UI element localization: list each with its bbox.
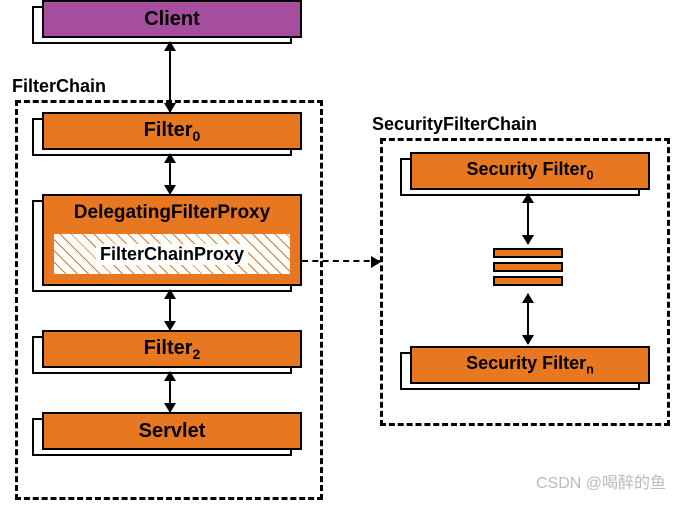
servlet-box: Servlet	[32, 412, 304, 456]
arrow-stack-sfn	[527, 294, 529, 344]
securitychain-label: SecurityFilterChain	[372, 114, 537, 135]
filterchain-label: FilterChain	[12, 76, 106, 97]
connector-proxy-security	[302, 260, 380, 262]
arrow-f2-servlet	[169, 372, 171, 412]
filterchainproxy-box: FilterChainProxy	[52, 232, 292, 276]
arrow-sf0-stack	[527, 194, 529, 244]
securityfilter0-label: Security Filter0	[466, 159, 593, 183]
filter2-label: Filter2	[144, 337, 201, 362]
arrow-client-filter0	[169, 42, 171, 112]
filter2-box: Filter2	[32, 330, 304, 374]
client-label: Client	[144, 8, 200, 31]
filter-stack	[493, 248, 563, 290]
securityfiltern-label: Security Filtern	[466, 353, 594, 377]
filterchainproxy-label: FilterChainProxy	[96, 244, 248, 265]
delegating-label: DelegatingFilterProxy	[74, 202, 270, 224]
servlet-label: Servlet	[139, 420, 206, 443]
watermark: CSDN @喝醉的鱼	[536, 469, 666, 493]
securityfiltern-box: Security Filtern	[400, 346, 652, 390]
securityfilter0-box: Security Filter0	[400, 152, 652, 196]
filter0-box: Filter0	[32, 112, 304, 156]
filter0-label: Filter0	[144, 119, 201, 144]
client-box: Client	[32, 0, 304, 44]
delegating-box: DelegatingFilterProxy FilterChainProxy	[32, 194, 304, 292]
arrow-delegating-f2	[169, 290, 171, 330]
arrow-f0-delegating	[169, 154, 171, 194]
